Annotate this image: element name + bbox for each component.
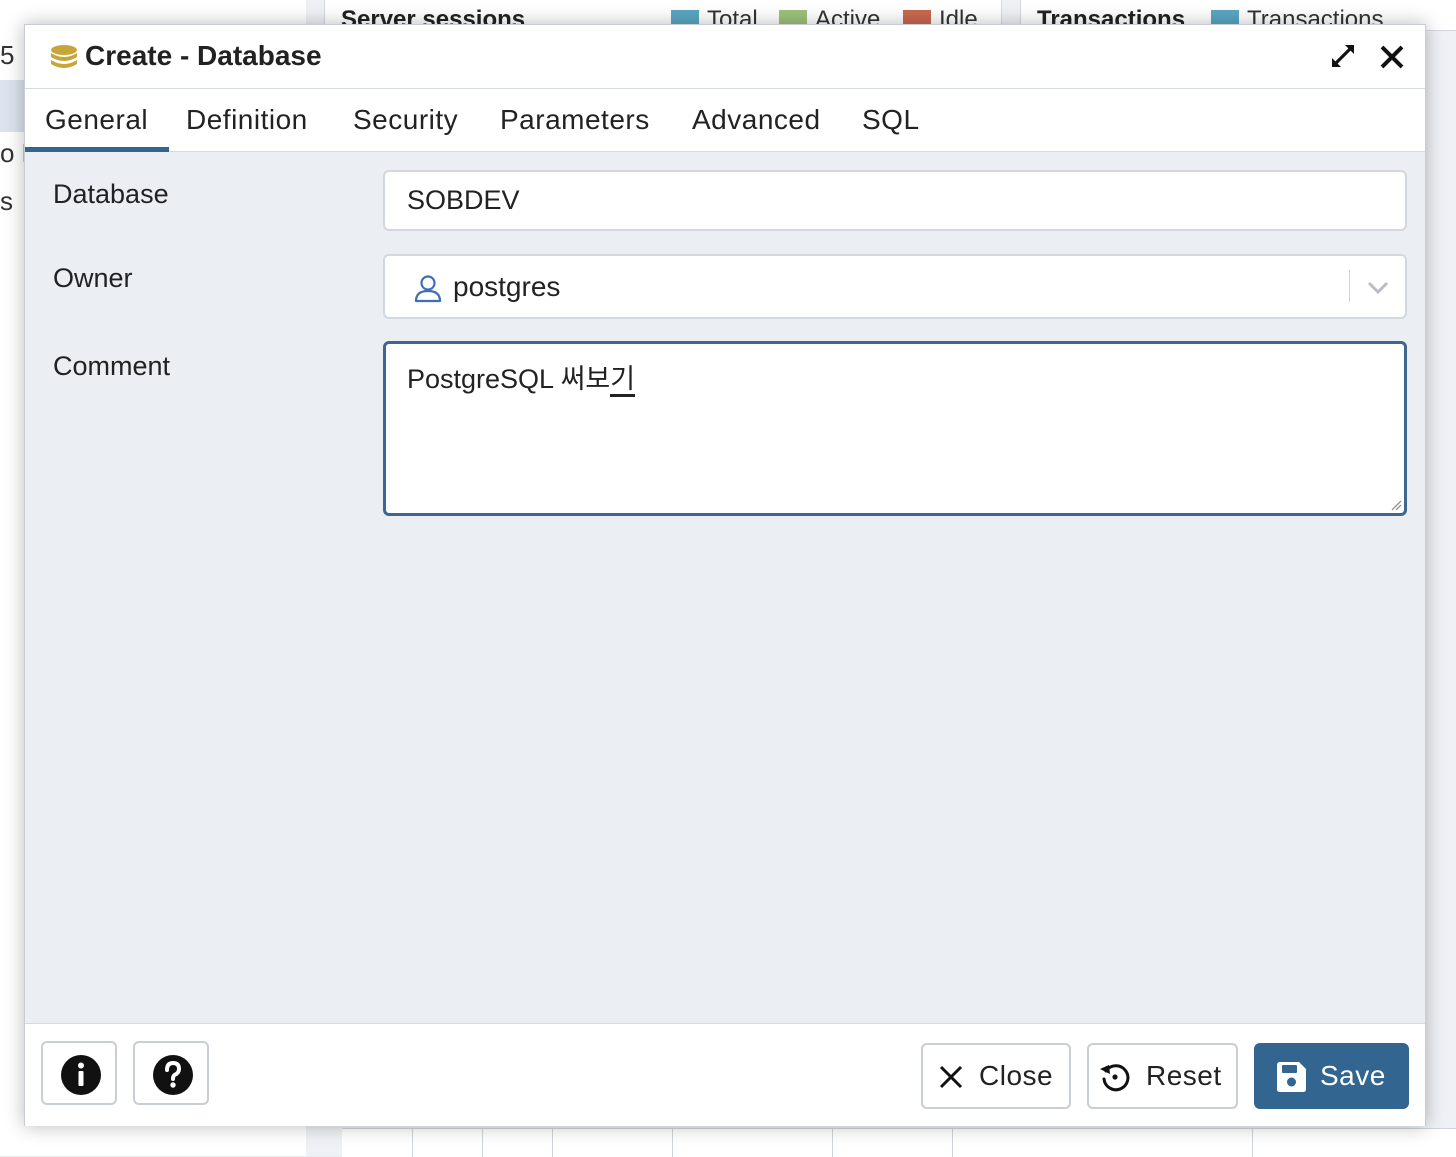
background-selected-row bbox=[0, 80, 24, 132]
tab-general[interactable]: General bbox=[24, 89, 170, 152]
tab-security[interactable]: Security bbox=[353, 89, 458, 151]
save-button[interactable]: Save bbox=[1254, 1043, 1409, 1109]
database-name-input[interactable]: SOBDEV bbox=[383, 170, 1407, 231]
dialog-title: Create - Database bbox=[85, 40, 322, 71]
database-icon bbox=[51, 45, 77, 68]
close-button-label: Close bbox=[979, 1060, 1054, 1091]
info-icon bbox=[61, 1055, 101, 1095]
save-button-label: Save bbox=[1320, 1060, 1386, 1091]
tab-definition[interactable]: Definition bbox=[186, 89, 308, 151]
tab-sql[interactable]: SQL bbox=[862, 89, 920, 151]
reset-icon bbox=[1100, 1064, 1130, 1092]
dialog-footer: Close Reset Save bbox=[25, 1023, 1425, 1126]
comment-label: Comment bbox=[53, 351, 171, 381]
close-icon[interactable] bbox=[1379, 44, 1405, 70]
database-name-value: SOBDEV bbox=[407, 185, 520, 215]
reset-button-label: Reset bbox=[1146, 1060, 1222, 1091]
owner-value: postgres bbox=[453, 271, 561, 302]
select-divider bbox=[1349, 270, 1350, 302]
info-button[interactable] bbox=[41, 1041, 117, 1105]
dialog-tabs: General Definition Security Parameters A… bbox=[24, 89, 1425, 152]
resize-grip-icon[interactable] bbox=[1390, 499, 1402, 511]
background-text-fragment: 5 bbox=[0, 40, 15, 70]
help-button[interactable] bbox=[133, 1041, 209, 1105]
create-database-dialog: Create - Database General Definition Sec… bbox=[24, 24, 1426, 1126]
user-icon bbox=[414, 275, 442, 303]
maximize-icon[interactable] bbox=[1329, 42, 1357, 70]
owner-label: Owner bbox=[53, 263, 133, 293]
close-icon bbox=[939, 1065, 963, 1089]
tab-advanced[interactable]: Advanced bbox=[692, 89, 821, 151]
close-button[interactable]: Close bbox=[921, 1043, 1071, 1109]
chevron-down-icon[interactable] bbox=[1365, 276, 1391, 298]
database-label: Database bbox=[53, 179, 169, 209]
comment-value: PostgreSQL 써보기 bbox=[407, 357, 636, 397]
tab-parameters[interactable]: Parameters bbox=[500, 89, 650, 151]
background-table-header bbox=[342, 1128, 1456, 1157]
background-text-fragment: s bbox=[0, 186, 13, 216]
owner-select[interactable]: postgres bbox=[383, 254, 1407, 319]
dialog-titlebar[interactable]: Create - Database bbox=[25, 25, 1425, 89]
help-icon bbox=[153, 1055, 193, 1095]
comment-textarea[interactable]: PostgreSQL 써보기 bbox=[383, 341, 1407, 516]
floppy-disk-icon bbox=[1277, 1062, 1306, 1092]
reset-button[interactable]: Reset bbox=[1087, 1043, 1238, 1109]
ime-composition-text: 기 bbox=[610, 364, 636, 397]
